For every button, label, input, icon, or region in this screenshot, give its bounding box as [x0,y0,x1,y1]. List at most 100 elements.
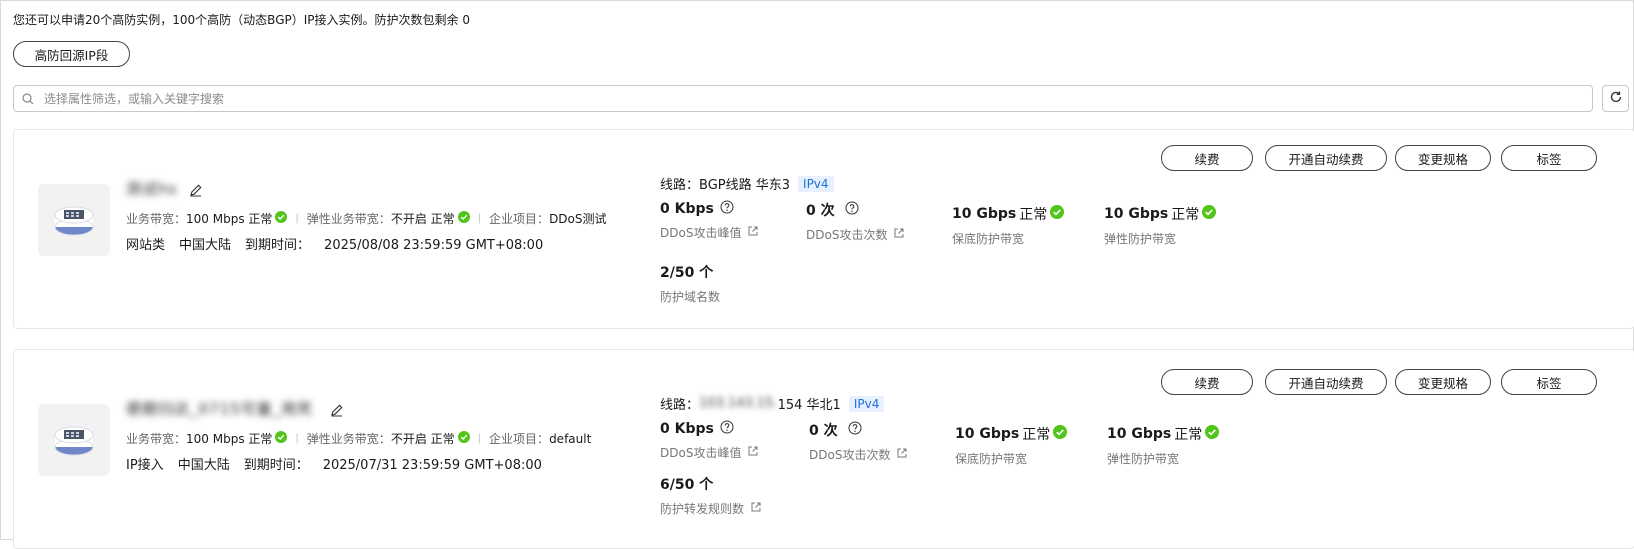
forwarding-rules-metric: 6/50 个 防护转发规则数 [660,474,762,517]
base-bandwidth-metric: 10 Gbps 正常 保底防护带宽 [955,424,1068,467]
external-link-icon[interactable] [747,445,759,460]
auto-renew-button[interactable]: 开通自动续费 [1265,145,1387,171]
instance-type: 网站类 [126,238,166,253]
expire-value: 2025/08/08 23:59:59 GMT+08:00 [324,238,544,253]
ddos-count-label: DDoS攻击次数 [806,228,888,242]
line-info: 线路： BGP线路 华东3 IPv4 [660,174,834,193]
quota-notice: 您还可以申请20个高防实例，100个高防（动态BGP）IP接入实例。防护次数包剩… [13,13,470,27]
renew-label: 续费 [1194,151,1220,167]
forwarding-rules-label: 防护转发规则数 [660,502,745,516]
ddos-count-value: 0 次 [806,203,835,219]
elastic-bandwidth-metric: 10 Gbps 正常 弹性防护带宽 [1104,204,1217,247]
edit-icon[interactable] [330,402,344,421]
enterprise-project-value: DDoS测试 [549,212,607,226]
ddos-peak-label: DDoS攻击峰值 [660,446,742,460]
enterprise-project-value: default [549,431,592,446]
instance-bandwidth-row: 业务带宽： 100 Mbps 正常 | 弹性业务带宽： 不开启 正常 | 企业项… [126,430,591,447]
check-circle-icon [457,431,470,446]
instance-type: IP接入 [126,458,164,473]
search-bar[interactable] [13,85,1593,112]
renew-button[interactable]: 续费 [1161,369,1253,395]
elastic-bw-value: 10 Gbps [1104,206,1169,222]
expire-label: 到期时间： [243,458,309,473]
line-ip-prefix: 103.143.15. [699,396,778,411]
search-icon [14,92,42,105]
instance-card-2: 续费 开通自动续费 变更规格 标签 德期归达_0715可量_用死 业务带宽： 1… [13,349,1634,549]
elastic-biz-bandwidth-label: 弹性业务带宽： [306,212,391,226]
line-info: 线路： 103.143.15. 154 华北1 IPv4 [660,394,885,413]
external-link-icon[interactable] [747,225,759,240]
instance-card-1: 续费 开通自动续费 变更规格 标签 测试hs 业务带宽： 100 Mbps 正常… [13,129,1634,329]
ddos-peak-value: 0 Kbps [660,201,714,217]
elastic-bw-value: 10 Gbps [1107,426,1172,442]
auto-renew-label: 开通自动续费 [1288,151,1364,167]
elastic-biz-status: 正常 [430,212,455,226]
elastic-bandwidth-metric: 10 Gbps 正常 弹性防护带宽 [1107,424,1220,467]
question-circle-icon[interactable] [848,421,862,439]
edit-icon[interactable] [189,182,203,201]
check-circle-icon [457,211,470,226]
elastic-biz-bandwidth-value: 不开启 [390,212,427,226]
separator: | [477,433,482,444]
refresh-icon [1609,89,1623,108]
biz-bandwidth-value: 100 Mbps [186,431,245,446]
refresh-button[interactable] [1602,85,1629,112]
change-spec-button[interactable]: 变更规格 [1395,145,1491,171]
check-circle-icon [1205,425,1220,443]
change-spec-button[interactable]: 变更规格 [1395,369,1491,395]
biz-bandwidth-label: 业务带宽： [126,212,187,226]
protected-domains-label: 防护域名数 [660,290,721,304]
ddos-peak-label: DDoS攻击峰值 [660,226,742,240]
base-bw-label: 保底防护带宽 [952,232,1025,246]
search-input[interactable] [42,90,1592,107]
instance-name: 德期归达_0715可量_用死 [126,400,314,418]
protected-domains-metric: 2/50 个 防护域名数 [660,262,720,305]
ddos-count-value: 0 次 [809,423,838,439]
elastic-bw-label: 弹性防护带宽 [1104,232,1177,246]
check-circle-icon [1050,205,1065,223]
elastic-biz-bandwidth-value: 不开启 [390,432,427,446]
tags-label: 标签 [1536,375,1562,391]
biz-bandwidth-label: 业务带宽： [126,432,187,446]
elastic-bw-status: 正常 [1174,427,1203,443]
protected-domains-value: 2/50 个 [660,265,714,281]
elastic-biz-status: 正常 [430,432,455,446]
question-circle-icon[interactable] [720,200,734,218]
check-circle-icon [1053,425,1068,443]
tags-button[interactable]: 标签 [1501,369,1597,395]
instance-region: 中国大陆 [177,458,230,473]
line-label: 线路： [660,178,700,193]
base-bw-status: 正常 [1019,207,1048,223]
elastic-biz-bandwidth-label: 弹性业务带宽： [306,432,391,446]
auto-renew-button[interactable]: 开通自动续费 [1265,369,1387,395]
source-ip-range-button[interactable]: 高防回源IP段 [13,41,130,67]
instance-logo-icon [38,184,110,256]
external-link-icon[interactable] [750,501,762,516]
base-bw-value: 10 Gbps [955,426,1020,442]
tags-button[interactable]: 标签 [1501,145,1597,171]
renew-button[interactable]: 续费 [1161,145,1253,171]
separator: | [295,213,299,224]
separator: | [295,433,299,444]
biz-status: 正常 [248,432,273,446]
instance-bandwidth-row: 业务带宽： 100 Mbps 正常 | 弹性业务带宽： 不开启 正常 | 企业项… [126,210,607,227]
question-circle-icon[interactable] [720,420,734,438]
external-link-icon[interactable] [896,447,908,462]
instance-name: 测试hs [126,180,178,198]
ddos-count-metric: 0 次 DDoS攻击次数 [806,200,905,243]
question-circle-icon[interactable] [845,201,859,219]
instance-logo-icon [38,404,110,476]
instance-meta-row: IP接入 中国大陆 到期时间： 2025/07/31 23:59:59 GMT+08:… [126,454,556,473]
external-link-icon[interactable] [893,227,905,242]
change-spec-label: 变更规格 [1417,375,1468,391]
ddos-peak-metric: 0 Kbps DDoS攻击峰值 [660,420,759,461]
source-ip-range-label: 高防回源IP段 [34,47,109,63]
tags-label: 标签 [1536,151,1562,167]
base-bw-label: 保底防护带宽 [955,452,1028,466]
separator: | [477,213,482,224]
ip-version-badge: IPv4 [848,395,885,412]
check-circle-icon [275,211,288,226]
forwarding-rules-value: 6/50 个 [660,477,714,493]
change-spec-label: 变更规格 [1417,151,1468,167]
ddos-peak-metric: 0 Kbps DDoS攻击峰值 [660,200,759,241]
